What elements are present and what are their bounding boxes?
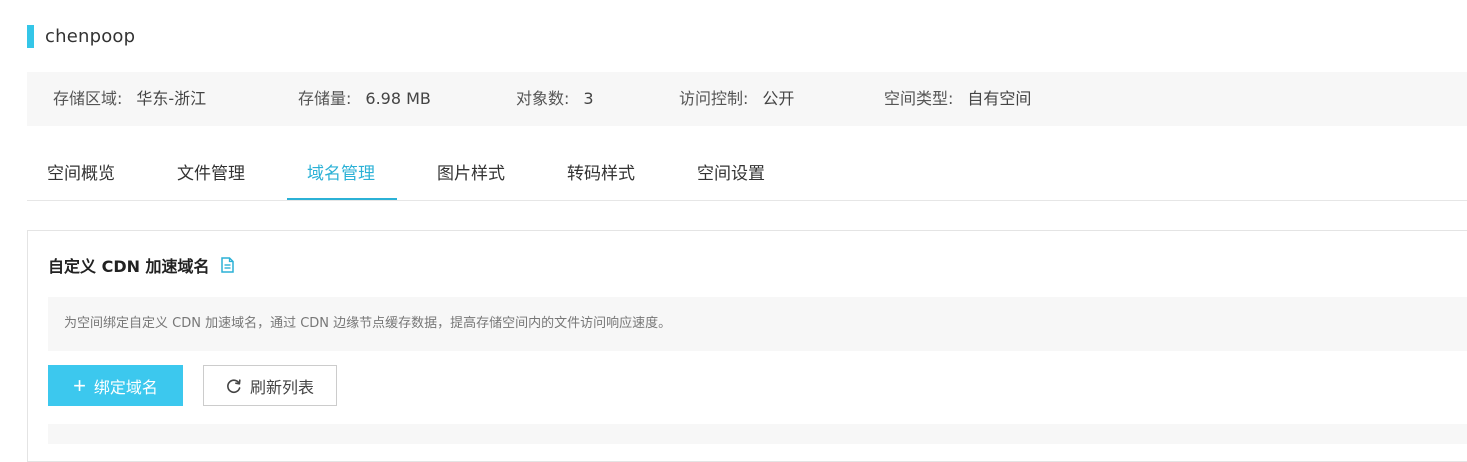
info-value: 3: [583, 89, 594, 108]
tab-file-management[interactable]: 文件管理: [177, 146, 245, 200]
bind-domain-button[interactable]: + 绑定域名: [48, 365, 183, 406]
info-value: 6.98 MB: [365, 89, 431, 108]
section-title: 自定义 CDN 加速域名: [48, 253, 235, 277]
info-storage-size: 存储量: 6.98 MB: [298, 72, 431, 126]
tab-bucket-settings[interactable]: 空间设置: [697, 146, 765, 200]
tab-image-styles[interactable]: 图片样式: [437, 146, 505, 200]
info-value: 自有空间: [967, 89, 1032, 108]
section-title-text: 自定义 CDN 加速域名: [48, 257, 210, 276]
info-value: 华东-浙江: [136, 89, 207, 108]
info-access-control: 访问控制: 公开: [679, 72, 794, 126]
title-accent-bar: [27, 24, 34, 48]
document-icon[interactable]: [220, 257, 235, 273]
refresh-list-label: 刷新列表: [249, 379, 314, 397]
info-label: 存储量:: [298, 89, 352, 108]
bucket-name: chenpoop: [45, 25, 136, 47]
bucket-tabs: 空间概览 文件管理 域名管理 图片样式 转码样式 空间设置: [27, 146, 1467, 201]
info-label: 存储区域:: [53, 89, 123, 108]
domain-table-header: [48, 424, 1467, 444]
bucket-info-bar: 存储区域: 华东-浙江 存储量: 6.98 MB 对象数: 3 访问控制: 公开 空间类…: [27, 72, 1467, 126]
tab-domain-management[interactable]: 域名管理: [307, 146, 375, 200]
refresh-icon: [226, 378, 242, 394]
info-storage-region: 存储区域: 华东-浙江: [53, 72, 206, 126]
tab-overview[interactable]: 空间概览: [47, 146, 115, 200]
refresh-list-button[interactable]: 刷新列表: [203, 365, 337, 406]
info-label: 对象数:: [516, 89, 570, 108]
tab-transcode-styles[interactable]: 转码样式: [567, 146, 635, 200]
info-bucket-type: 空间类型: 自有空间: [884, 72, 1031, 126]
info-object-count: 对象数: 3: [516, 72, 594, 126]
plus-icon: +: [73, 372, 86, 398]
info-value: 公开: [762, 89, 795, 108]
info-label: 访问控制:: [679, 89, 749, 108]
bucket-header: chenpoop: [27, 24, 135, 48]
bind-domain-label: 绑定域名: [93, 379, 158, 397]
cdn-domain-panel: 自定义 CDN 加速域名 为空间绑定自定义 CDN 加速域名，通过 CDN 边缘…: [27, 230, 1467, 462]
info-notice: 为空间绑定自定义 CDN 加速域名，通过 CDN 边缘节点缓存数据，提高存储空间…: [48, 297, 1467, 351]
active-tab-indicator: [287, 198, 397, 200]
info-label: 空间类型:: [884, 89, 954, 108]
